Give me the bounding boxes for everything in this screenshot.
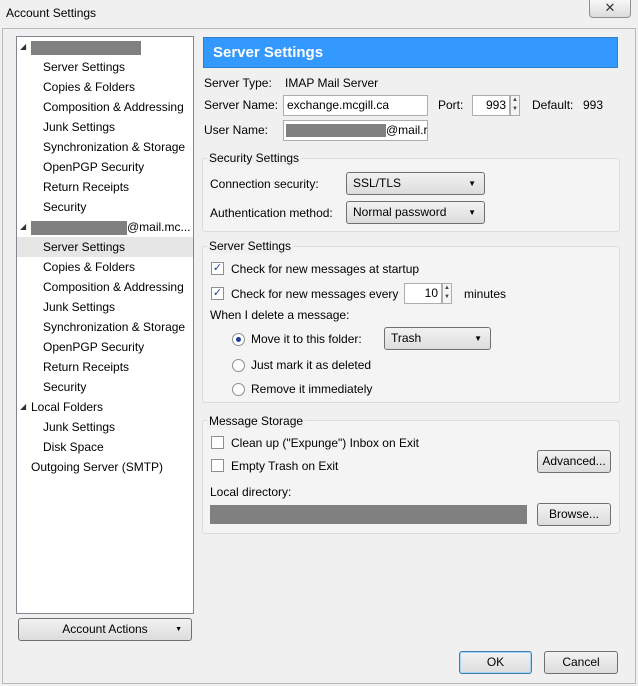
empty-trash-label[interactable]: Empty Trash on Exit — [231, 459, 338, 473]
server-type-value: IMAP Mail Server — [285, 76, 379, 90]
expanded-triangle-icon[interactable]: ◢ — [20, 397, 26, 417]
chevron-down-icon: ▼ — [468, 179, 476, 188]
ok-button[interactable]: OK — [459, 651, 532, 674]
interval-spinner[interactable]: ▲ ▼ — [442, 283, 452, 304]
tree-account-1[interactable]: ◢ — [17, 37, 193, 57]
local-directory-field[interactable] — [210, 505, 527, 524]
tree-item-disk-space[interactable]: Disk Space — [17, 437, 193, 457]
expanded-triangle-icon[interactable]: ◢ — [20, 37, 26, 57]
mark-deleted-label[interactable]: Just mark it as deleted — [251, 358, 371, 372]
chevron-down-icon: ▼ — [474, 334, 482, 343]
check-startup-checkbox[interactable]: ✓ — [211, 262, 224, 275]
delete-message-label: When I delete a message: — [210, 308, 350, 322]
connection-security-label: Connection security: — [210, 177, 319, 191]
mark-deleted-radio[interactable] — [232, 359, 245, 372]
tree-item-openpgp[interactable]: OpenPGP Security — [17, 157, 193, 177]
chevron-down-icon: ▼ — [468, 208, 476, 217]
redacted-account-name — [31, 40, 141, 55]
user-name-field[interactable]: @mail.r — [283, 120, 428, 141]
page-title: Server Settings — [203, 37, 618, 68]
auth-method-select[interactable]: Normal password ▼ — [346, 201, 485, 224]
trash-folder-select[interactable]: Trash ▼ — [384, 327, 491, 350]
chevron-down-icon: ▼ — [175, 626, 182, 633]
tree-outgoing-server[interactable]: Outgoing Server (SMTP) — [17, 457, 193, 477]
tree-item-security[interactable]: Security — [17, 197, 193, 217]
browse-button[interactable]: Browse... — [537, 503, 611, 526]
minutes-label: minutes — [464, 287, 507, 301]
tree-item-composition[interactable]: Composition & Addressing — [17, 97, 193, 117]
port-label: Port: — [438, 98, 464, 112]
remove-immediately-radio[interactable] — [232, 383, 245, 396]
server-name-field[interactable]: exchange.mcgill.ca — [283, 95, 428, 116]
tree-item-junk[interactable]: Junk Settings — [17, 117, 193, 137]
user-name-label: User Name: — [204, 123, 269, 137]
tree-account-2[interactable]: ◢ @mail.mc... — [17, 217, 193, 237]
check-every-checkbox[interactable]: ✓ — [211, 287, 224, 300]
advanced-button[interactable]: Advanced... — [537, 450, 611, 473]
tree-item-sync[interactable]: Synchronization & Storage — [17, 137, 193, 157]
tree-item-receipts[interactable]: Return Receipts — [17, 357, 193, 377]
tree-item-sync[interactable]: Synchronization & Storage — [17, 317, 193, 337]
tree-item-copies-folders[interactable]: Copies & Folders — [17, 77, 193, 97]
account-actions-button[interactable]: Account Actions ▼ — [18, 618, 192, 641]
tree-item-local-junk[interactable]: Junk Settings — [17, 417, 193, 437]
window-title: Account Settings — [6, 6, 97, 20]
move-to-folder-label[interactable]: Move it to this folder: — [251, 332, 362, 346]
tree-item-composition[interactable]: Composition & Addressing — [17, 277, 193, 297]
local-directory-label: Local directory: — [210, 485, 292, 499]
empty-trash-checkbox[interactable] — [211, 459, 224, 472]
server-settings-group-title: Server Settings — [207, 239, 294, 253]
connection-security-select[interactable]: SSL/TLS ▼ — [346, 172, 485, 195]
security-settings-title: Security Settings — [207, 151, 302, 165]
check-startup-label[interactable]: Check for new messages at startup — [231, 262, 419, 276]
tree-item-copies-folders[interactable]: Copies & Folders — [17, 257, 193, 277]
cleanup-inbox-label[interactable]: Clean up ("Expunge") Inbox on Exit — [231, 436, 419, 450]
expanded-triangle-icon[interactable]: ◢ — [20, 217, 26, 237]
default-label: Default: — [532, 98, 574, 112]
default-value: 993 — [583, 98, 604, 112]
cleanup-inbox-checkbox[interactable] — [211, 436, 224, 449]
auth-method-label: Authentication method: — [210, 206, 333, 220]
spin-down-icon[interactable]: ▼ — [443, 293, 451, 302]
message-storage-title: Message Storage — [207, 414, 306, 428]
move-to-folder-radio[interactable] — [232, 333, 245, 346]
tree-item-server-settings[interactable]: Server Settings — [17, 57, 193, 77]
remove-immediately-label[interactable]: Remove it immediately — [251, 382, 372, 396]
cancel-button[interactable]: Cancel — [544, 651, 618, 674]
close-button[interactable]: ✕ — [589, 0, 631, 18]
tree-item-junk[interactable]: Junk Settings — [17, 297, 193, 317]
tree-item-security[interactable]: Security — [17, 377, 193, 397]
spin-down-icon[interactable]: ▼ — [511, 105, 519, 114]
port-spinner[interactable]: ▲ ▼ — [510, 95, 520, 116]
account-tree[interactable]: ◢ Server Settings Copies & Folders Compo… — [16, 36, 194, 614]
tree-item-receipts[interactable]: Return Receipts — [17, 177, 193, 197]
spin-up-icon[interactable]: ▲ — [443, 284, 451, 293]
redacted-user — [286, 124, 386, 138]
tree-local-folders[interactable]: ◢ Local Folders — [17, 397, 193, 417]
spin-up-icon[interactable]: ▲ — [511, 96, 519, 105]
port-field[interactable]: 993 — [472, 95, 510, 116]
check-every-label[interactable]: Check for new messages every — [231, 287, 398, 301]
check-interval-field[interactable]: 10 — [404, 283, 442, 304]
server-name-label: Server Name: — [204, 98, 279, 112]
server-type-label: Server Type: — [204, 76, 272, 90]
redacted-account-name — [31, 220, 127, 235]
tree-item-openpgp[interactable]: OpenPGP Security — [17, 337, 193, 357]
tree-item-server-settings-selected[interactable]: Server Settings — [17, 237, 193, 257]
